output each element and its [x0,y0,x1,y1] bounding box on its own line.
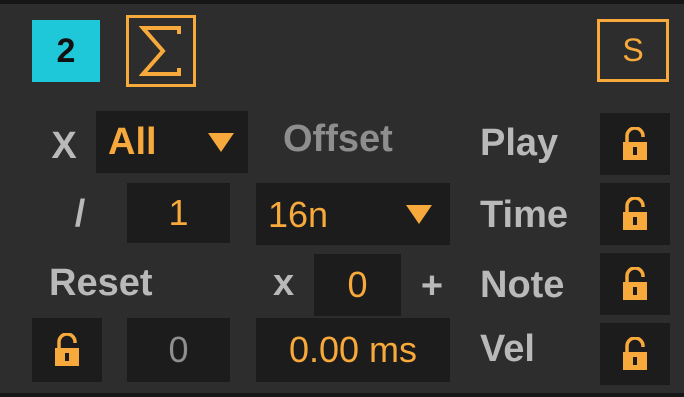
divisor-value: 1 [168,192,189,233]
note-length-dropdown[interactable]: 16n [256,183,450,245]
reset-number-box[interactable]: 0 [127,318,230,382]
vel-label: Vel [480,328,535,370]
note-label: Note [480,264,565,306]
divisor-number-box[interactable]: 1 [127,183,230,243]
unlocked-padlock-icon [623,337,647,370]
mode-value: All [108,121,157,163]
device-panel: 2 S X All Offset Play / 1 16n Time Reset… [0,0,684,397]
time-label: Time [480,194,569,236]
offset-ms-value: 0.00 ms [288,329,418,370]
multiplier-number-box[interactable]: 0 [314,254,401,316]
plus-button[interactable]: + [412,258,452,314]
solo-label: S [622,32,644,68]
mode-dropdown[interactable]: All [96,111,248,173]
reset-value: 0 [168,329,189,370]
unlocked-padlock-icon [623,267,647,300]
triangle-down-icon [406,205,432,224]
unlocked-padlock-icon [623,127,647,160]
unlocked-padlock-icon [55,333,79,366]
play-lock-button[interactable] [600,113,670,175]
unlocked-padlock-icon [623,197,647,230]
time-lock-button[interactable] [600,183,670,245]
solo-button[interactable]: S [597,19,669,82]
channel-number: 2 [56,31,76,70]
multiplier-value: 0 [347,264,368,305]
x-label: X [51,124,77,167]
channel-number-button[interactable]: 2 [32,20,100,82]
reset-label: Reset [49,262,153,304]
multiply-label: x [273,262,295,304]
note-length-value: 16n [268,194,329,235]
play-label: Play [480,122,559,164]
note-lock-button[interactable] [600,253,670,315]
offset-label: Offset [283,118,393,160]
sum-toggle-button[interactable] [126,15,196,87]
offset-ms-number-box[interactable]: 0.00 ms [256,318,450,382]
sigma-icon [139,26,181,76]
vel-lock-button[interactable] [600,323,670,385]
reset-lock-button[interactable] [32,318,102,382]
triangle-down-icon [208,133,234,152]
divide-label: / [74,192,86,235]
